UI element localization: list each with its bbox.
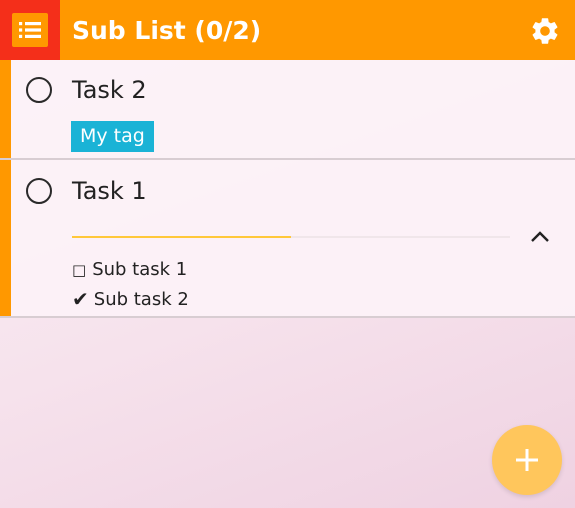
settings-button[interactable] <box>527 13 563 49</box>
checkbox-empty-icon: □ <box>72 260 87 279</box>
priority-stripe <box>0 160 11 316</box>
collapse-button[interactable] <box>526 226 554 248</box>
checkmark-icon: ✔ <box>72 287 89 311</box>
plus-icon <box>516 449 538 471</box>
add-task-button[interactable] <box>492 425 562 495</box>
task-checkbox[interactable] <box>26 77 52 103</box>
task-title: Task 2 <box>72 76 147 104</box>
subtask-label: Sub task 1 <box>92 259 188 280</box>
subtask-label: Sub task 2 <box>93 288 189 310</box>
progress-fill <box>72 236 291 238</box>
task-card[interactable]: Task 2 My tag <box>0 60 575 160</box>
lists-menu-button[interactable] <box>0 0 60 60</box>
subtask-progress-bar <box>72 236 510 238</box>
chevron-up-icon <box>531 231 549 242</box>
list-icon <box>12 13 48 47</box>
task-card[interactable]: Task 1 □ Sub task 1 ✔ Sub task 2 <box>0 160 575 318</box>
priority-stripe <box>0 60 11 158</box>
gear-icon <box>532 18 558 44</box>
page-title: Sub List (0/2) <box>72 16 262 45</box>
subtask-item[interactable]: ✔ Sub task 2 <box>72 287 189 311</box>
task-checkbox[interactable] <box>26 178 52 204</box>
subtask-item[interactable]: □ Sub task 1 <box>72 259 187 280</box>
app-bar: Sub List (0/2) <box>0 0 575 60</box>
task-title: Task 1 <box>72 177 147 205</box>
task-tag: My tag <box>71 121 154 152</box>
